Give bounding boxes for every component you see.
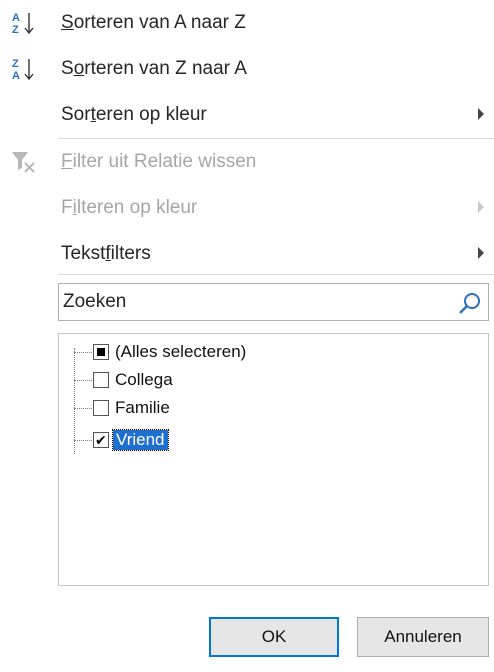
tree-connector	[74, 408, 92, 409]
svg-text:A: A	[12, 70, 20, 82]
vriend-checkbox[interactable]: ✔	[93, 432, 109, 448]
ok-button[interactable]: OK	[209, 617, 339, 657]
sort-z-a-label: Sorteren van Z naar A	[61, 58, 247, 79]
filter-value-list[interactable]: (Alles selecteren) Collega Familie ✔ Vri…	[58, 333, 489, 586]
svg-text:A: A	[12, 12, 20, 24]
familie-checkbox[interactable]	[93, 400, 109, 416]
text-filters-label: Tekstfilters	[61, 243, 151, 264]
sort-descending-icon: Z A	[12, 58, 34, 82]
collega-checkbox[interactable]	[93, 372, 109, 388]
sort-ascending-icon: A Z	[12, 12, 34, 36]
tree-connector	[74, 352, 92, 353]
checkmark-icon: ✔	[95, 432, 107, 448]
menu-item-sort-a-z[interactable]: A Z Sorteren van A naar Z	[0, 0, 494, 46]
list-item-label: Vriend	[112, 429, 169, 451]
list-item-label: Collega	[115, 370, 173, 389]
search-field[interactable]: Zoeken	[58, 283, 489, 321]
list-item-collega[interactable]: Collega	[59, 366, 459, 394]
list-item-select-all[interactable]: (Alles selecteren)	[59, 338, 459, 366]
cancel-button[interactable]: Annuleren	[357, 617, 489, 657]
select-all-checkbox[interactable]	[93, 344, 109, 360]
list-item-vriend[interactable]: ✔ Vriend	[59, 426, 459, 454]
menu-item-clear-filter: Filter uit Relatie wissen	[0, 139, 494, 185]
search-icon[interactable]	[458, 291, 482, 315]
sort-a-z-label: Sorteren van A naar Z	[61, 12, 246, 33]
tree-connector	[74, 380, 92, 381]
menu-item-filter-by-color: Filteren op kleur	[0, 185, 494, 231]
clear-filter-icon	[12, 152, 35, 173]
sort-by-color-label: Sorteren op kleur	[61, 104, 207, 125]
svg-text:Z: Z	[12, 24, 19, 36]
menu-item-sort-z-a[interactable]: Z A Sorteren van Z naar A	[0, 46, 494, 92]
list-item-familie[interactable]: Familie	[59, 394, 459, 422]
menu-item-sort-by-color[interactable]: Sorteren op kleur	[0, 92, 494, 138]
menu-separator	[58, 274, 494, 275]
list-item-label: Familie	[115, 398, 170, 417]
tree-connector	[74, 440, 92, 441]
submenu-arrow-icon	[478, 247, 484, 259]
list-item-label: (Alles selecteren)	[115, 342, 247, 361]
submenu-arrow-icon	[478, 201, 484, 213]
filter-by-color-label: Filteren op kleur	[61, 197, 198, 218]
menu-item-text-filters[interactable]: Tekstfilters	[0, 231, 494, 277]
submenu-arrow-icon	[478, 108, 484, 120]
svg-text:Z: Z	[12, 58, 19, 70]
search-input[interactable]: Zoeken	[63, 289, 443, 315]
clear-filter-label: Filter uit Relatie wissen	[61, 151, 257, 172]
